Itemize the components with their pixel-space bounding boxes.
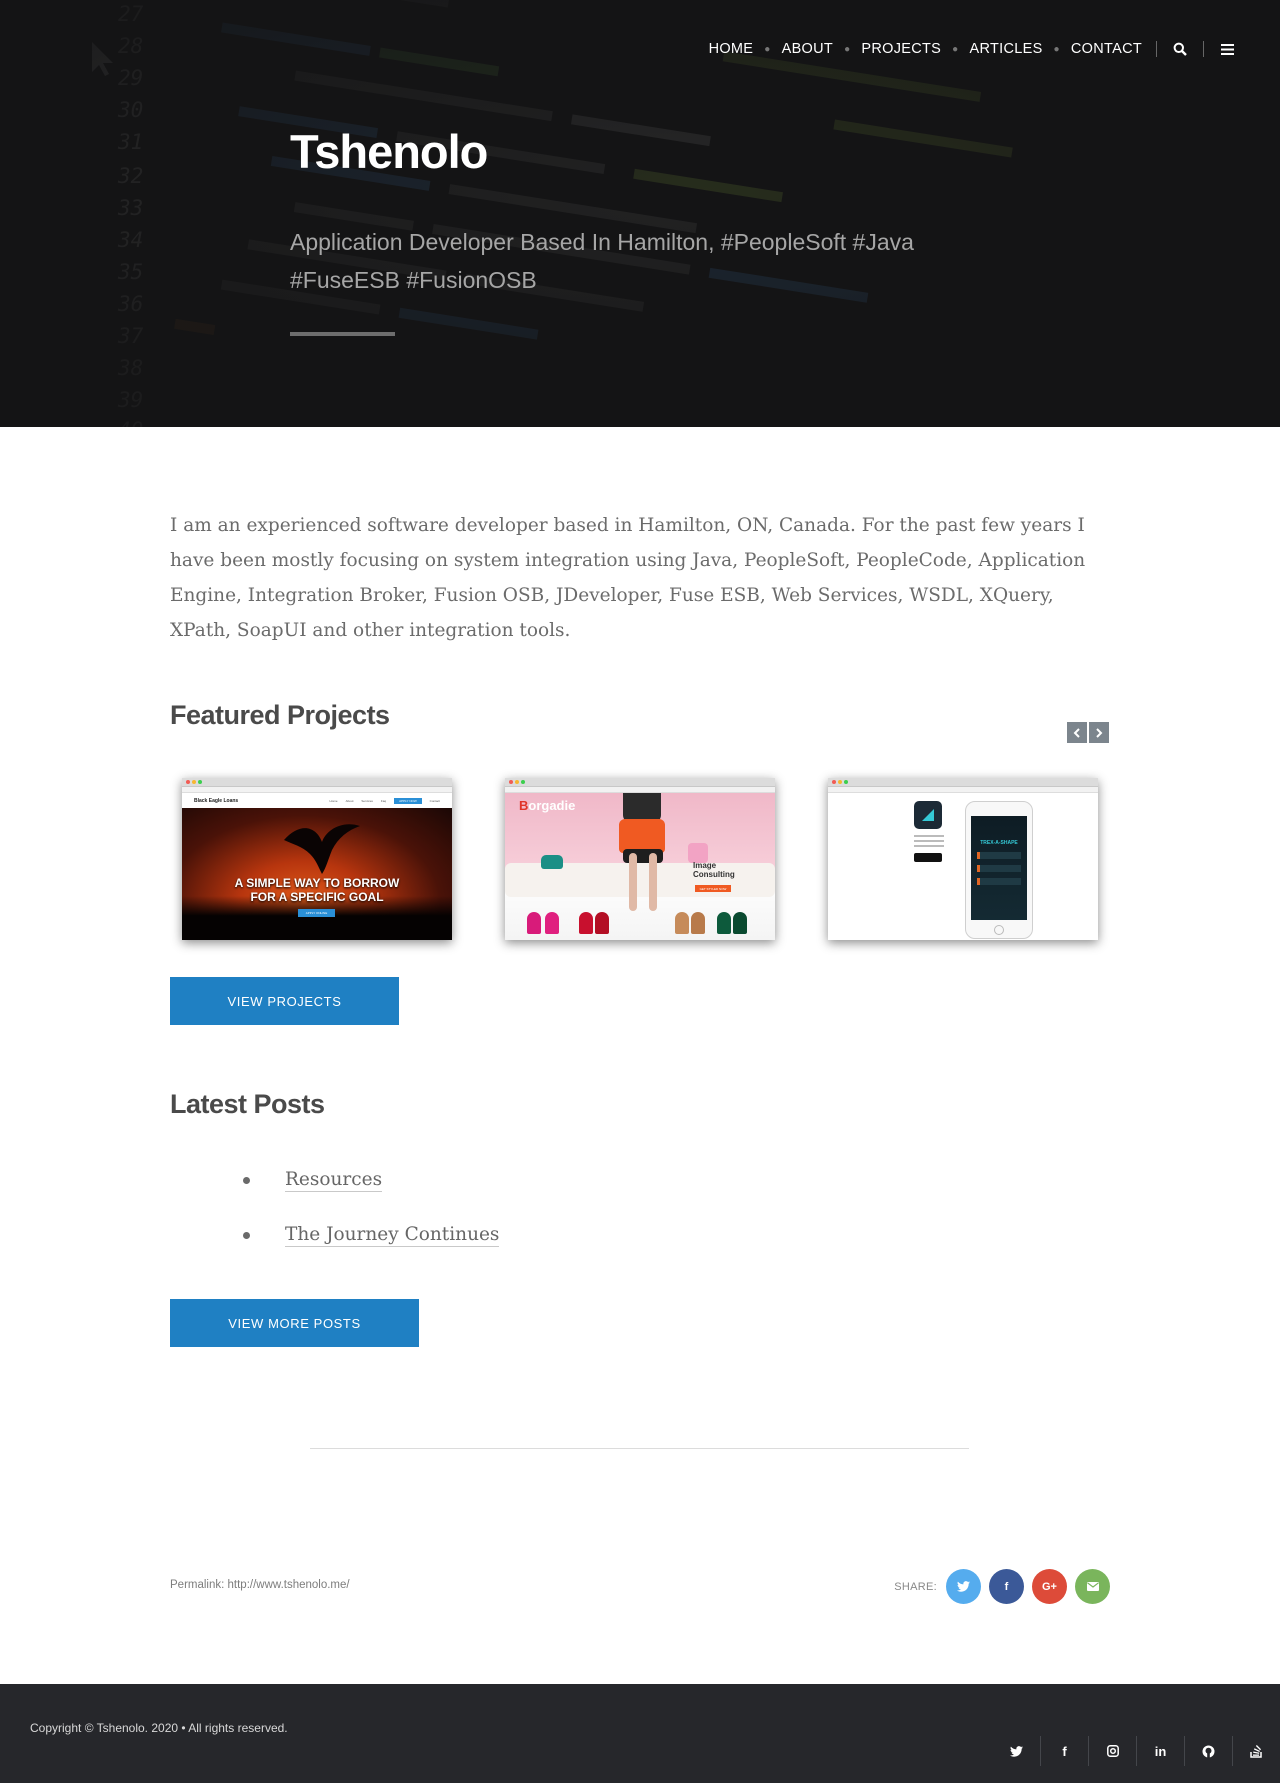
phone-mockup: TREX-A-SHAPE — [965, 801, 1033, 939]
latest-posts-heading: Latest Posts — [170, 1089, 325, 1119]
intro-paragraph: I am an experienced software developer b… — [170, 515, 1086, 641]
social-links: f in — [992, 1736, 1280, 1766]
post-link-journey-continues[interactable]: The Journey Continues — [285, 1224, 500, 1247]
project-card-black-eagle-loans[interactable]: Black Eagle Loans Home About Services Fa… — [182, 778, 452, 940]
orange-handbag — [619, 819, 665, 853]
shoe — [717, 912, 731, 934]
shoe — [595, 912, 609, 934]
site-header: Black Eagle Loans Home About Services Fa… — [182, 793, 452, 808]
site-menu-item: About — [345, 798, 354, 803]
logo-initial: B — [519, 798, 529, 813]
project-card-borgadie[interactable]: Borgadie Image Consulting GET STYLED NOW — [505, 778, 775, 940]
phone-screen: TREX-A-SHAPE — [971, 816, 1027, 920]
copyright-text: Copyright © Tshenolo. 2020 • All rights … — [30, 1721, 288, 1735]
nav-separator-dot: ● — [844, 43, 851, 55]
stack-overflow-icon[interactable] — [1232, 1736, 1280, 1766]
section-divider — [310, 1448, 969, 1449]
caption-line: Image — [693, 861, 717, 870]
project-screenshot: A SIMPLE WAY TO BORROW FOR A SPECIFIC GO… — [182, 808, 452, 940]
nav-home[interactable]: HOME — [709, 41, 754, 57]
site-menu-item: Home — [329, 798, 338, 803]
share-facebook-icon[interactable]: f — [989, 1569, 1024, 1604]
nav-separator-dot: ● — [952, 43, 959, 55]
chevron-right-icon[interactable] — [1089, 722, 1109, 743]
post-link-resources[interactable]: Resources — [285, 1169, 383, 1192]
browser-chrome — [505, 778, 775, 787]
share-email-icon[interactable] — [1075, 1569, 1110, 1604]
bullet — [243, 1232, 250, 1239]
hero-overlay — [0, 0, 1280, 427]
app-title: TREX-A-SHAPE — [980, 840, 1018, 846]
page-subtitle: Application Developer Based In Hamilton,… — [290, 229, 914, 293]
shoe — [691, 912, 705, 934]
share-google-plus-icon[interactable]: G+ — [1032, 1569, 1067, 1604]
site-logo: Borgadie — [519, 798, 575, 813]
featured-projects-heading: Featured Projects — [170, 700, 390, 730]
hero-banner: 27 28 29 30 31 32 33 34 35 36 37 38 39 4… — [0, 0, 1280, 427]
headline-line: A SIMPLE WAY TO BORROW — [234, 876, 400, 890]
app-logo-icon — [914, 801, 942, 829]
github-icon[interactable] — [1184, 1736, 1232, 1766]
caption-line: Consulting — [693, 870, 735, 879]
twitter-icon[interactable] — [992, 1736, 1040, 1766]
nav-separator-dot: ● — [764, 43, 771, 55]
nav-projects[interactable]: PROJECTS — [861, 41, 941, 57]
phone-home-button — [994, 925, 1004, 935]
shoe — [579, 912, 593, 934]
nav-contact[interactable]: CONTACT — [1071, 41, 1142, 57]
hamburger-menu-icon[interactable] — [1218, 40, 1236, 58]
shoe — [733, 912, 747, 934]
page-title: Tshenolo — [290, 125, 488, 178]
share-label: SHARE: — [894, 1580, 937, 1593]
share-bar: SHARE: f G+ — [894, 1569, 1110, 1604]
logo-rest: orgadie — [528, 798, 576, 813]
model-leg — [629, 853, 637, 911]
site-brand: Black Eagle Loans — [194, 797, 239, 804]
project-headline: A SIMPLE WAY TO BORROW FOR A SPECIFIC GO… — [182, 876, 452, 904]
app-store-badge — [914, 853, 942, 862]
linkedin-icon[interactable]: in — [1136, 1736, 1184, 1766]
eagle-silhouette-icon — [284, 824, 360, 874]
nav-divider — [1156, 41, 1157, 57]
project-card-trex-a-shape[interactable]: TREX-A-SHAPE — [828, 778, 1098, 940]
shoe — [527, 912, 541, 934]
facebook-icon[interactable]: f — [1040, 1736, 1088, 1766]
site-menu-item: Contact — [429, 798, 440, 803]
site-menu-item: Services — [361, 798, 373, 803]
nav-separator-dot: ● — [1053, 43, 1060, 55]
share-twitter-icon[interactable] — [946, 1569, 981, 1604]
site-footer: Copyright © Tshenolo. 2020 • All rights … — [0, 1684, 1280, 1783]
nav-about[interactable]: ABOUT — [782, 41, 833, 57]
view-more-posts-button[interactable]: VIEW MORE POSTS — [170, 1299, 419, 1347]
project-screenshot: TREX-A-SHAPE — [828, 793, 1098, 940]
browser-chrome — [828, 778, 1098, 787]
carousel-controls — [1067, 722, 1109, 743]
shoe — [675, 912, 689, 934]
project-screenshot: Borgadie Image Consulting GET STYLED NOW — [505, 793, 775, 940]
main-navigation: HOME ● ABOUT ● PROJECTS ● ARTICLES ● CON… — [709, 40, 1236, 58]
view-projects-button[interactable]: VIEW PROJECTS — [170, 977, 399, 1025]
app-description — [914, 835, 944, 850]
title-underline — [290, 332, 395, 336]
get-styled-button: GET STYLED NOW — [695, 885, 731, 892]
pink-handbag — [688, 843, 708, 863]
site-menu-item: Faq — [380, 798, 387, 803]
browser-chrome — [182, 778, 452, 787]
site-cta: APPLY NOW — [394, 797, 422, 804]
image-consulting-caption: Image Consulting — [693, 861, 735, 879]
bullet — [243, 1177, 250, 1184]
nav-articles[interactable]: ARTICLES — [970, 41, 1043, 57]
search-icon[interactable] — [1171, 40, 1189, 58]
shoe — [545, 912, 559, 934]
site-menu: Home About Services Faq APPLY NOW Contac… — [329, 797, 440, 804]
headline-line: FOR A SPECIFIC GOAL — [250, 890, 384, 904]
nav-divider — [1203, 41, 1204, 57]
model-leg — [649, 853, 657, 911]
teal-handbag — [541, 855, 563, 869]
apply-online-button: APPLY ONLINE — [298, 909, 335, 917]
chevron-left-icon[interactable] — [1067, 722, 1087, 743]
instagram-icon[interactable] — [1088, 1736, 1136, 1766]
permalink[interactable]: Permalink: http://www.tshenolo.me/ — [170, 1579, 350, 1591]
